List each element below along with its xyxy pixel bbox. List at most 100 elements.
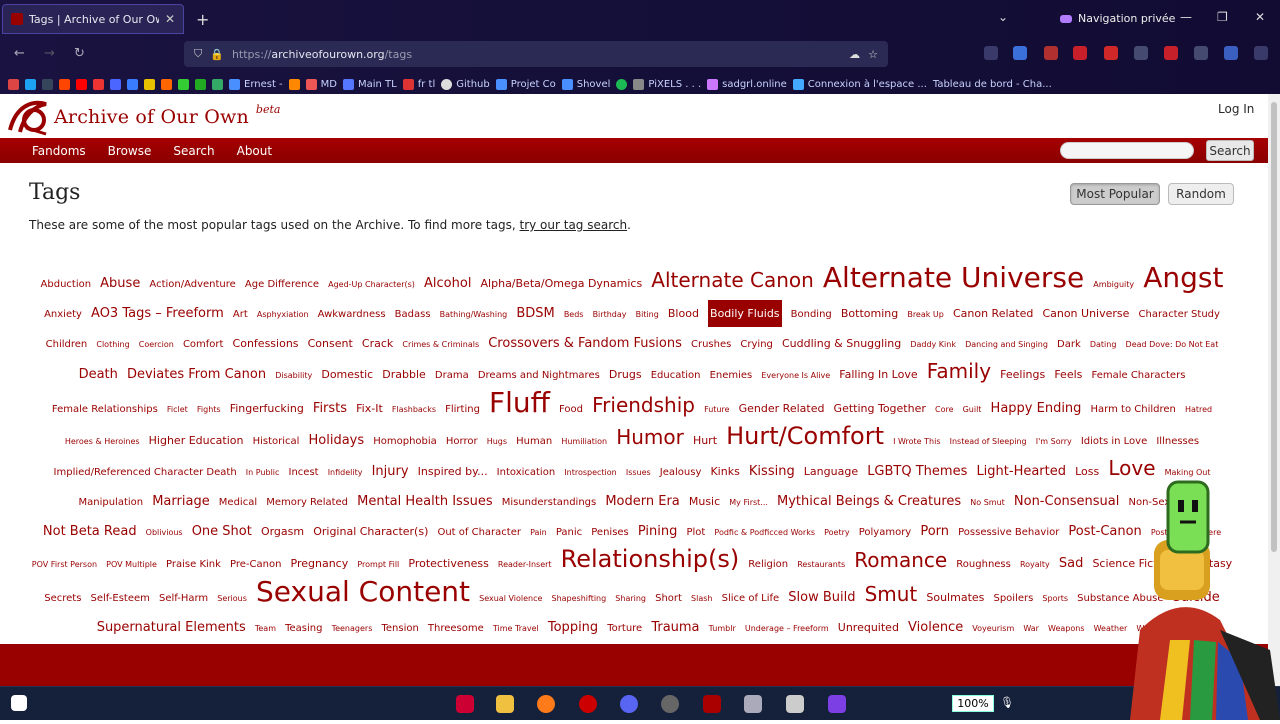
tag-link[interactable]: Light-Hearted xyxy=(976,458,1066,485)
tag-link[interactable]: Alternate Universe xyxy=(823,264,1084,292)
tag-link[interactable]: Bathing/Washing xyxy=(440,301,508,328)
tag-link[interactable]: Orgasm xyxy=(261,518,304,545)
tag-link[interactable]: Time Travel xyxy=(493,615,539,642)
tag-link[interactable]: Infidelity xyxy=(328,459,363,486)
tag-link[interactable]: Implied/Referenced Character Death xyxy=(54,459,237,486)
tag-link[interactable]: Bodily Fluids xyxy=(708,300,782,327)
tag-link[interactable]: Modern Era xyxy=(605,488,679,515)
tag-link[interactable]: I Wrote This xyxy=(893,428,940,455)
tag-link[interactable]: Hatred xyxy=(1185,396,1212,423)
tag-link[interactable]: Crying xyxy=(740,331,772,358)
login-link[interactable]: Log In xyxy=(1218,102,1254,116)
tag-link[interactable]: Canon Related xyxy=(953,300,1033,327)
tag-link[interactable]: Prompt Fill xyxy=(357,551,399,578)
bookmark-site-icon[interactable] xyxy=(195,78,206,90)
tag-link[interactable]: Voyeurism xyxy=(972,615,1014,642)
tag-link[interactable]: Guilt xyxy=(963,396,982,423)
bookmark-ernest[interactable]: Ernest - xyxy=(229,78,283,90)
bookmark-fr-tl[interactable]: fr tl xyxy=(402,78,435,90)
tag-link[interactable]: Consent xyxy=(308,330,353,357)
tag-link[interactable]: Plot xyxy=(686,519,705,546)
tag-link[interactable]: Loss xyxy=(1075,458,1099,485)
tag-link[interactable]: Children xyxy=(46,331,88,358)
tag-link[interactable]: Pining xyxy=(638,518,678,545)
tag-link[interactable]: Short xyxy=(655,585,682,612)
extension-icon[interactable] xyxy=(1073,46,1087,60)
app-icon[interactable] xyxy=(744,695,762,713)
tag-link[interactable]: Crossovers & Fandom Fusions xyxy=(488,330,682,357)
tag-link[interactable]: Podfic & Podficced Works xyxy=(714,519,815,546)
tag-link[interactable]: Higher Education xyxy=(149,427,244,454)
tag-link[interactable]: Hurt xyxy=(693,427,717,454)
tag-link[interactable]: Self-Harm xyxy=(159,585,208,612)
tag-link[interactable]: Human xyxy=(516,428,552,455)
site-search-button[interactable]: Search xyxy=(1206,140,1254,161)
bookmark-tumblr-icon[interactable] xyxy=(42,78,53,90)
tag-link[interactable]: Kinks xyxy=(710,458,739,485)
tag-link[interactable]: In Public xyxy=(246,459,280,486)
bookmark-star-icon[interactable]: ☆ xyxy=(868,48,878,61)
tag-link[interactable]: Weapons xyxy=(1048,615,1084,642)
lock-icon[interactable]: 🔒 xyxy=(210,48,224,61)
tag-link[interactable]: Holidays xyxy=(309,427,365,454)
tag-link[interactable]: One Shot xyxy=(192,518,252,545)
tag-link[interactable]: Royalty xyxy=(1020,551,1050,578)
tag-link[interactable]: Non-Consensual xyxy=(1014,488,1119,515)
site-logo[interactable]: Archive of Our Own beta xyxy=(6,98,280,136)
shield-icon[interactable]: ⛉ xyxy=(194,47,202,61)
bookmark-tableau[interactable]: Tableau de bord - Cha... xyxy=(933,79,1052,90)
tag-link[interactable]: Relationship(s) xyxy=(561,546,740,573)
tag-link[interactable]: Happy Ending xyxy=(991,395,1082,422)
tag-link[interactable]: Abduction xyxy=(41,271,92,298)
tag-link[interactable]: Smut xyxy=(865,581,918,608)
close-window-icon[interactable]: ✕ xyxy=(1255,10,1265,24)
tag-link[interactable]: Flashbacks xyxy=(392,396,436,423)
tag-link[interactable]: Alpha/Beta/Omega Dynamics xyxy=(481,270,643,297)
tag-link[interactable]: Penises xyxy=(591,519,629,546)
tag-link[interactable]: Fights xyxy=(197,396,221,423)
settings-gear-icon[interactable] xyxy=(786,695,804,713)
tag-link[interactable]: Female Characters xyxy=(1091,362,1185,389)
tab-active[interactable]: Tags | Archive of Our Own ✕ xyxy=(2,4,184,34)
tag-link[interactable]: Biting xyxy=(636,301,659,328)
tag-link[interactable]: Tension xyxy=(381,615,418,642)
tag-link[interactable]: Reader-Insert xyxy=(498,551,552,578)
tag-link[interactable]: Dark xyxy=(1057,331,1081,358)
tag-link[interactable]: Restaurants xyxy=(797,551,845,578)
tag-link[interactable]: Humiliation xyxy=(561,428,607,455)
tag-link[interactable]: Break Up xyxy=(907,301,944,328)
bookmark-main-tl[interactable]: Main TL xyxy=(343,78,397,90)
url-text[interactable]: https://archiveofourown.org/tags xyxy=(232,48,841,61)
tag-link[interactable]: Dreams and Nightmares xyxy=(478,362,600,389)
extension-icon[interactable] xyxy=(1224,46,1238,60)
tag-link[interactable]: Injury xyxy=(372,458,409,485)
tag-link[interactable]: Drugs xyxy=(609,361,642,388)
tag-link[interactable]: Future xyxy=(704,396,729,423)
tag-link[interactable]: Hurt/Comfort xyxy=(726,423,884,450)
tag-link[interactable]: Trauma xyxy=(651,614,699,641)
bookmark-twitter-icon[interactable] xyxy=(25,78,36,90)
tag-link[interactable]: Mythical Beings & Creatures xyxy=(777,488,961,515)
tag-link[interactable]: BDSM xyxy=(516,300,554,327)
adblock-icon[interactable] xyxy=(1104,46,1118,60)
tag-link[interactable]: Self-Esteem xyxy=(91,585,150,612)
tag-link[interactable]: Art xyxy=(233,301,248,328)
tag-link[interactable]: Firsts xyxy=(313,395,347,422)
tag-link[interactable]: Religion xyxy=(748,551,788,578)
bookmark-projet-co[interactable]: Projet Co xyxy=(495,78,556,90)
maximize-icon[interactable]: ❐ xyxy=(1217,10,1228,24)
tag-link[interactable]: Core xyxy=(935,396,954,423)
tag-link[interactable]: Aged-Up Character(s) xyxy=(328,271,415,298)
tag-link[interactable]: Homophobia xyxy=(373,428,437,455)
tag-link[interactable]: Asphyxiation xyxy=(257,301,309,328)
tag-link[interactable]: Bonding xyxy=(791,301,832,328)
tag-link[interactable]: Introspection xyxy=(564,459,616,486)
tag-link[interactable]: Teasing xyxy=(285,615,322,642)
tag-link[interactable]: LGBTQ Themes xyxy=(867,458,967,485)
opera-icon[interactable] xyxy=(579,695,597,713)
tag-link[interactable]: Feels xyxy=(1054,361,1082,388)
tab-list-chevron-icon[interactable]: ⌄ xyxy=(998,10,1008,24)
tag-link[interactable]: Birthday xyxy=(593,301,627,328)
bookmark-md[interactable]: MD xyxy=(305,78,337,90)
tag-link[interactable]: Poetry xyxy=(824,519,850,546)
